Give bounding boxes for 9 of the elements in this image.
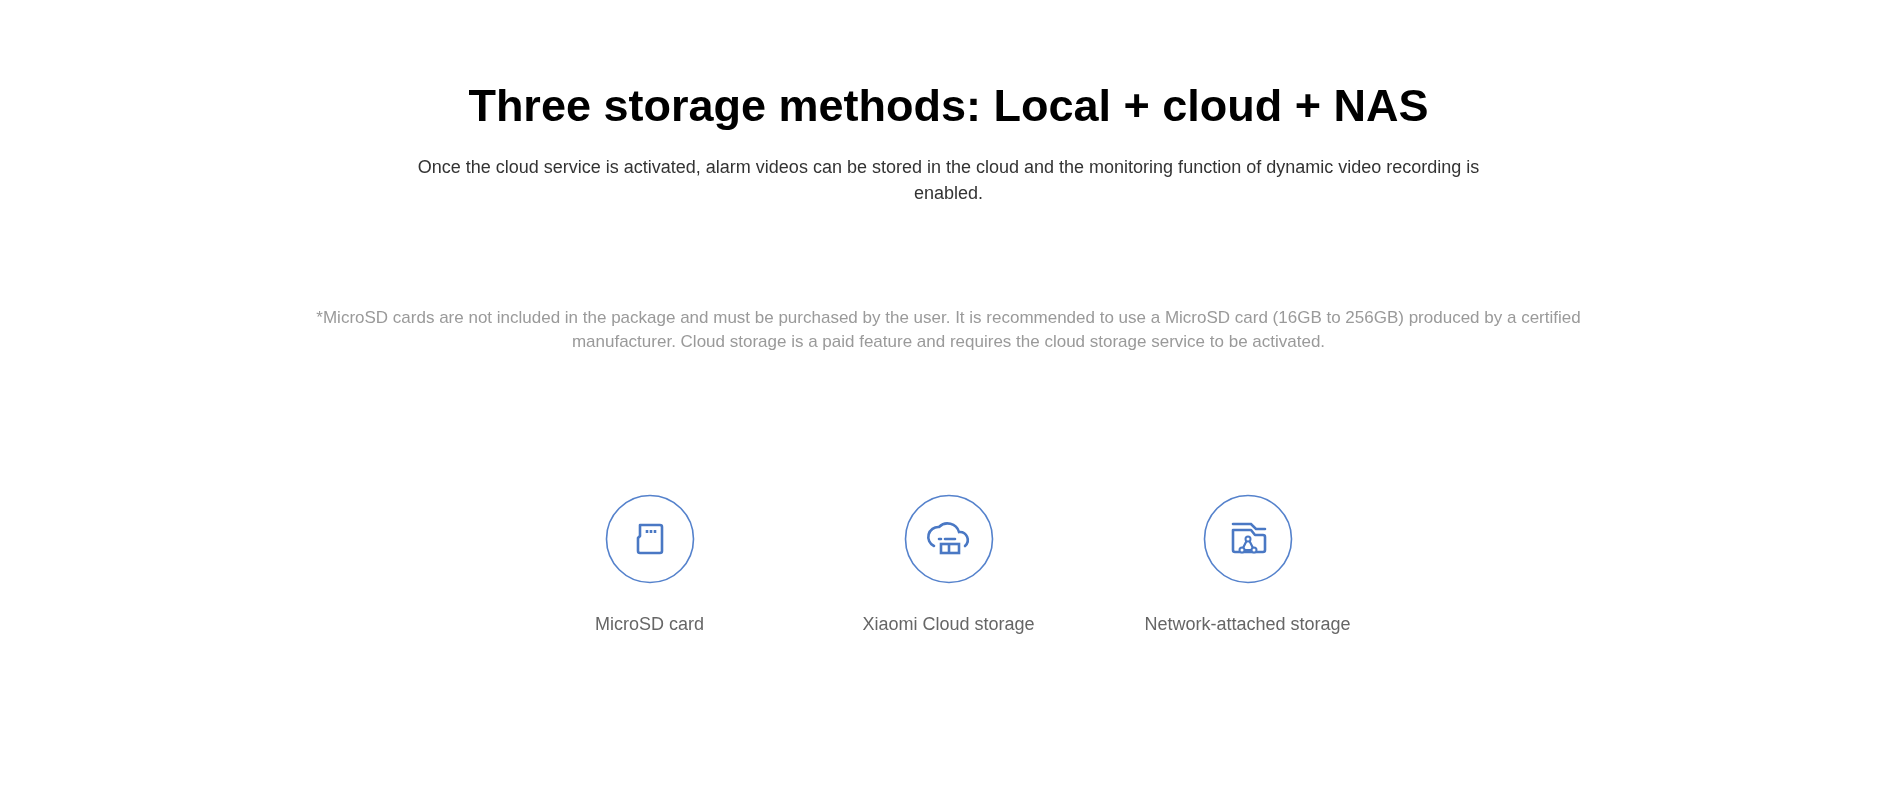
storage-method-label: MicroSD card — [595, 614, 704, 635]
storage-method-label: Xiaomi Cloud storage — [862, 614, 1035, 635]
cloud-storage-icon — [903, 494, 994, 584]
memory-card-icon — [604, 494, 695, 584]
network-folder-icon — [1202, 494, 1293, 584]
section-heading: Three storage methods: Local + cloud + NAS — [468, 80, 1429, 132]
storage-method-label: Network-attached storage — [1144, 614, 1351, 635]
description-text: Once the cloud service is activated, alarm videos can be stored in the cloud and the monitoring function of dynamic video recording is enabled. — [416, 156, 1481, 205]
footnote-text: *MicroSD cards are not included in the package and must be purchased by the user. It is recommended to use a MicroSD card (16GB to 256GB) produced by a certified manufacturer. Cloud storage is a paid feature and requires the cloud storage service to be activated. — [315, 307, 1582, 353]
